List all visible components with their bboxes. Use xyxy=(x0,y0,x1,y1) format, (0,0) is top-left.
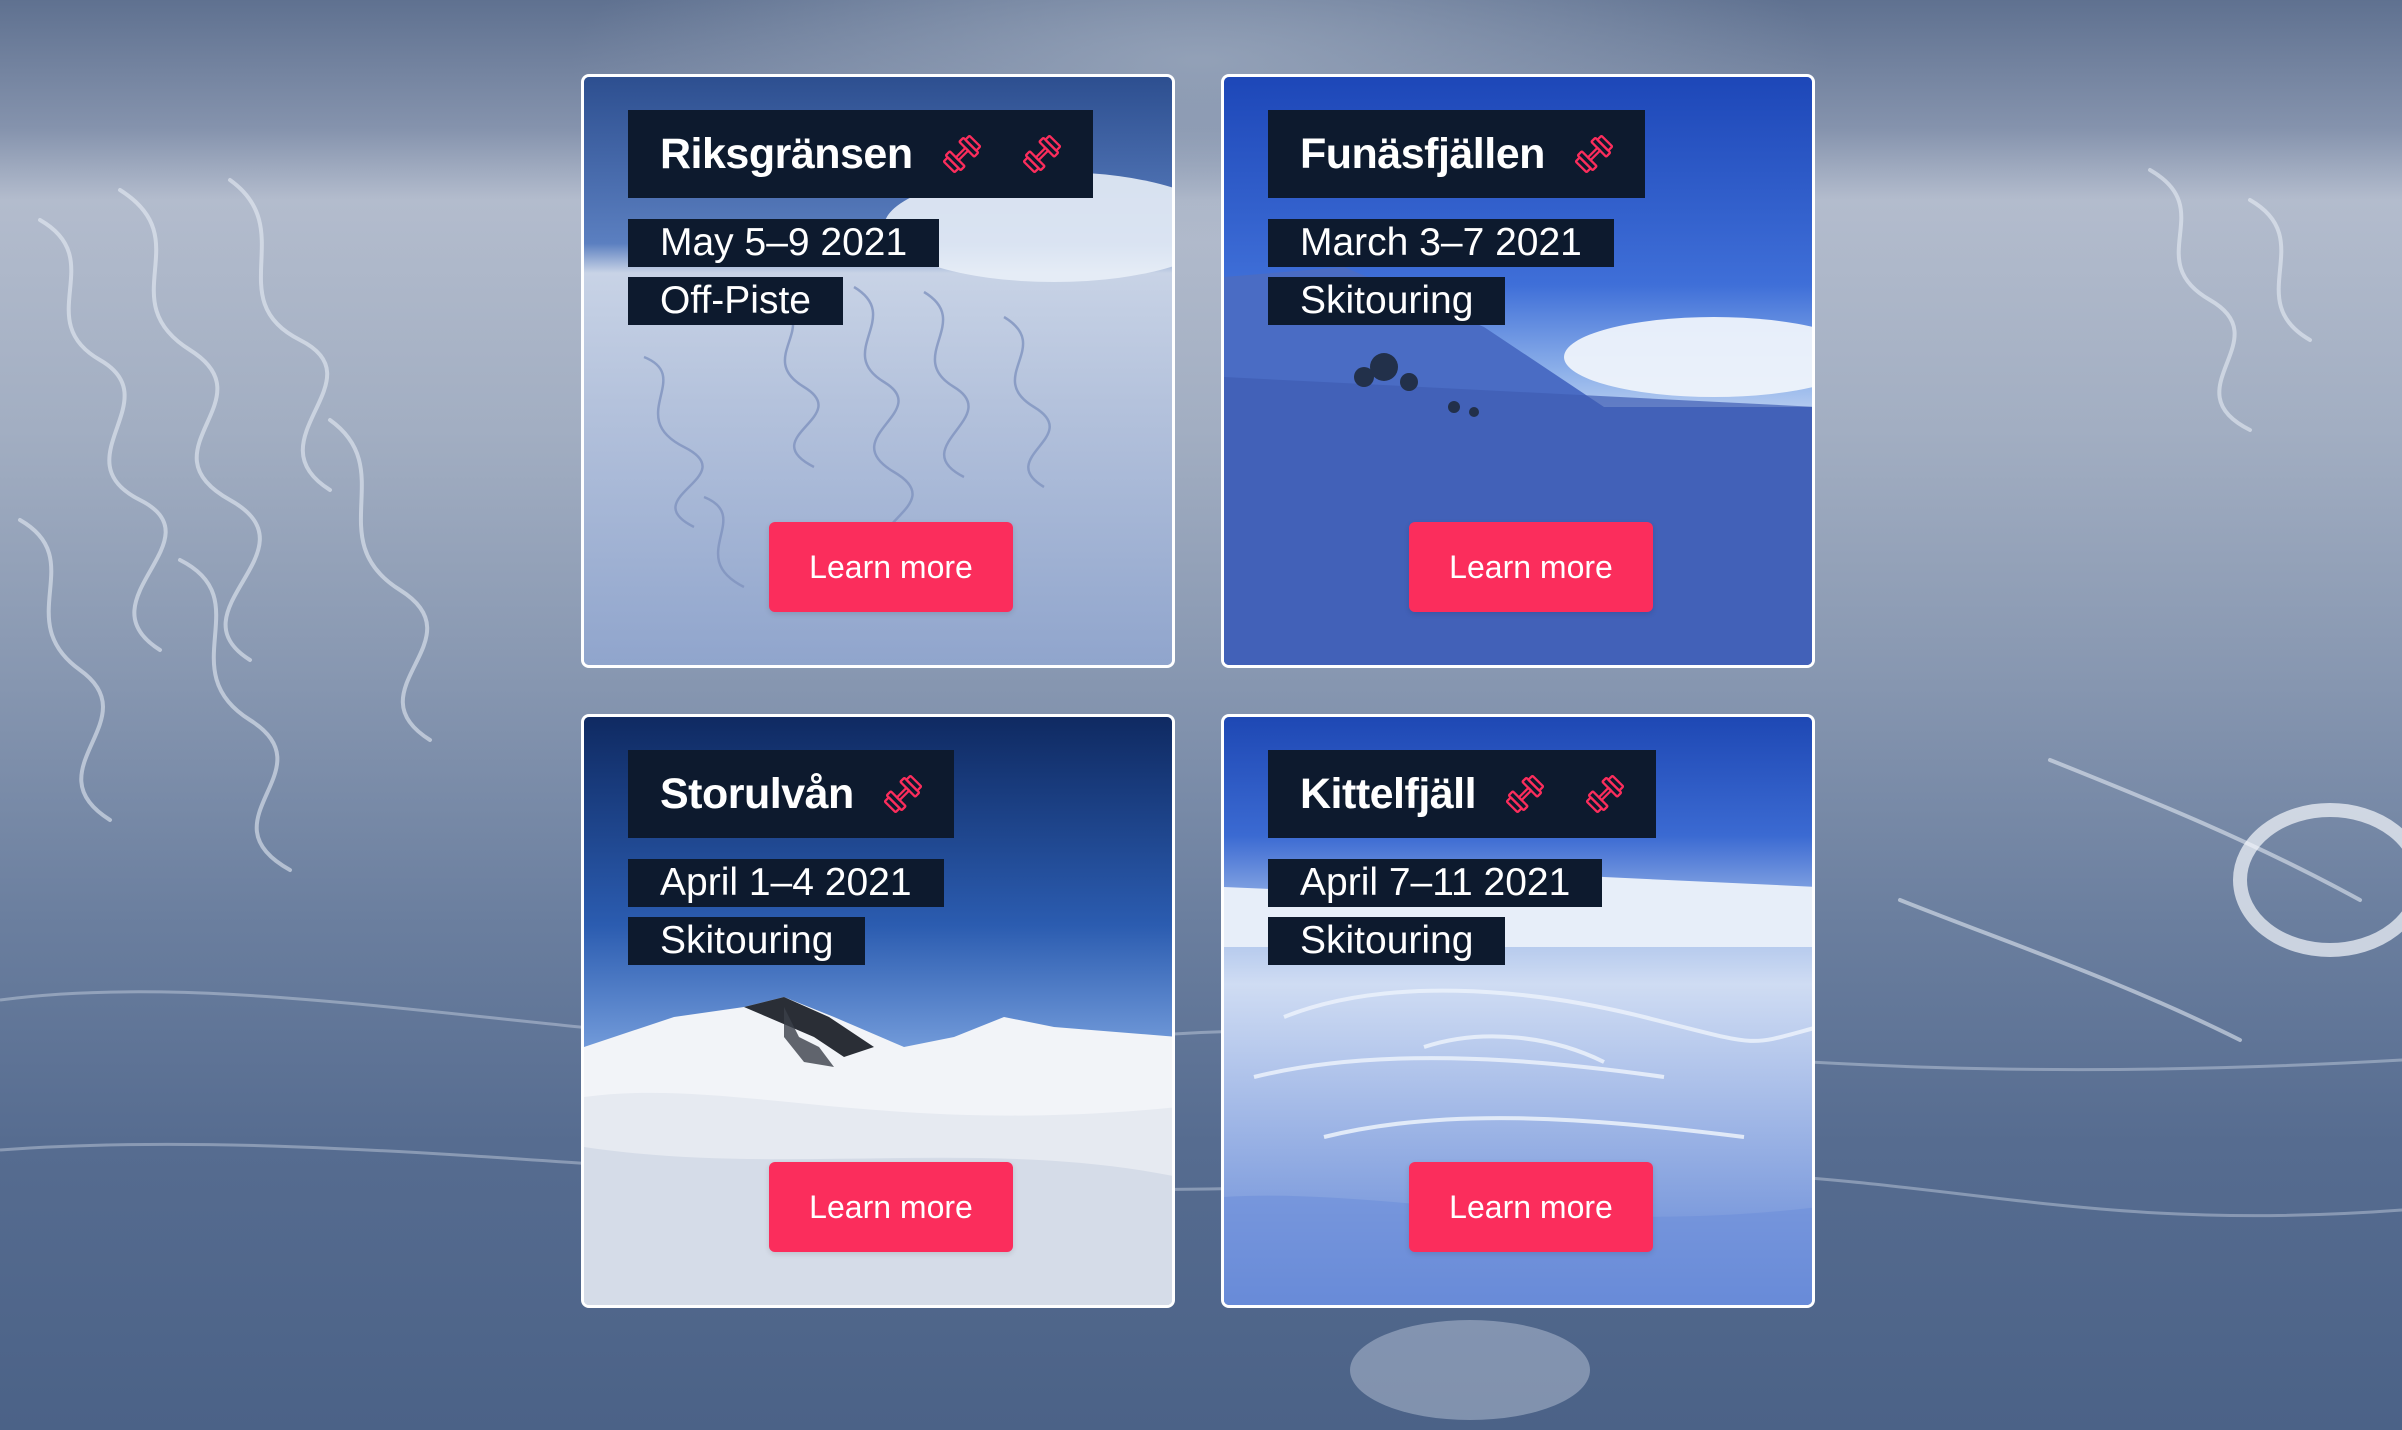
trip-title-box: Riksgränsen xyxy=(628,110,1093,198)
trip-name: Storulvån xyxy=(660,769,854,818)
trip-name: Riksgränsen xyxy=(660,129,913,178)
trip-title-box: Funäsfjällen xyxy=(1268,110,1645,198)
learn-more-button[interactable]: Learn more xyxy=(1409,522,1653,612)
difficulty-rating xyxy=(1571,131,1617,177)
dumbbell-icon xyxy=(942,134,981,174)
trip-card[interactable]: Riksgränsen May 5–9 2021 Off-Piste Learn… xyxy=(581,74,1175,668)
trip-type: Skitouring xyxy=(1268,917,1506,965)
trip-type: Skitouring xyxy=(628,917,866,965)
difficulty-rating xyxy=(1502,771,1628,817)
trip-date: April 1–4 2021 xyxy=(628,859,944,907)
dumbbell-icon xyxy=(1022,134,1061,174)
learn-more-button[interactable]: Learn more xyxy=(769,522,1013,612)
learn-more-button[interactable]: Learn more xyxy=(1409,1162,1653,1252)
trip-card[interactable]: Kittelfjäll April 7–11 2021 Skitouring L… xyxy=(1221,714,1815,1308)
trip-date: May 5–9 2021 xyxy=(628,219,940,267)
trip-name: Funäsfjällen xyxy=(1300,129,1545,178)
trip-card[interactable]: Storulvån April 1–4 2021 Skitouring Lear… xyxy=(581,714,1175,1308)
dumbbell-icon xyxy=(1574,134,1613,174)
dumbbell-icon xyxy=(883,774,922,814)
trip-name: Kittelfjäll xyxy=(1300,769,1477,818)
background-snow-image xyxy=(0,0,2402,1430)
dumbbell-icon xyxy=(1506,774,1545,814)
trip-date: March 3–7 2021 xyxy=(1268,219,1614,267)
trip-date: April 7–11 2021 xyxy=(1268,859,1603,907)
trip-type: Off-Piste xyxy=(628,277,843,325)
difficulty-rating xyxy=(939,131,1065,177)
difficulty-rating xyxy=(880,771,926,817)
trip-type: Skitouring xyxy=(1268,277,1506,325)
trip-title-box: Storulvån xyxy=(628,750,954,838)
trip-card[interactable]: Funäsfjällen March 3–7 2021 Skitouring L… xyxy=(1221,74,1815,668)
trip-title-box: Kittelfjäll xyxy=(1268,750,1657,838)
learn-more-button[interactable]: Learn more xyxy=(769,1162,1013,1252)
dumbbell-icon xyxy=(1586,774,1625,814)
